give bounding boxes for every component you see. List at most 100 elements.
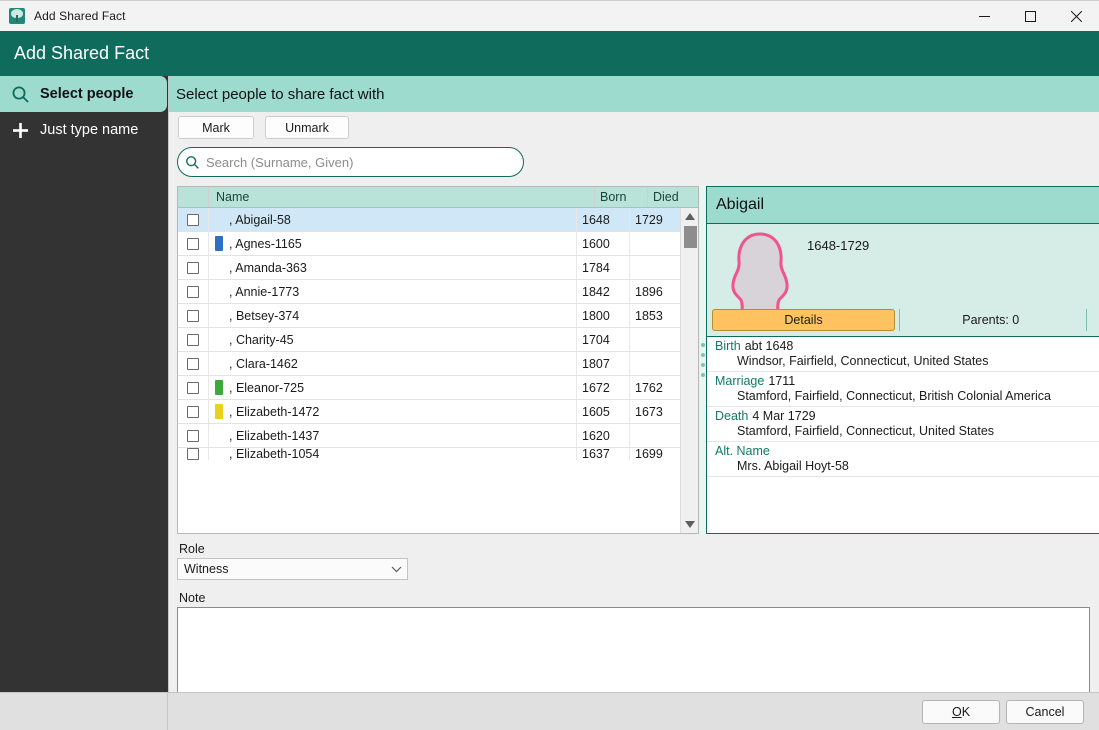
table-row[interactable]: , Eleanor-725 1672 1762 xyxy=(178,376,680,400)
row-checkbox[interactable] xyxy=(187,285,199,298)
note-label: Note xyxy=(179,591,206,605)
sidebar-item-label: Select people xyxy=(40,86,134,102)
close-icon[interactable] xyxy=(1053,1,1099,32)
fact-value: abt 1648 xyxy=(744,339,794,353)
search-icon xyxy=(178,155,206,170)
table-row[interactable]: , Abigail-58 1648 1729 xyxy=(178,208,680,232)
role-selected-value: Witness xyxy=(184,562,229,576)
fact-place: Windsor, Fairfield, Connecticut, United … xyxy=(737,354,989,368)
minimize-icon[interactable] xyxy=(961,1,1007,32)
table-row[interactable]: , Elizabeth-1472 1605 1673 xyxy=(178,400,680,424)
table-row[interactable]: , Elizabeth-1437 1620 xyxy=(178,424,680,448)
fact-row[interactable]: Marriage 1711 Stamford, Fairfield, Connect… xyxy=(707,372,1099,407)
row-checkbox[interactable] xyxy=(187,448,199,460)
column-header-born[interactable]: Born xyxy=(595,187,648,207)
details-button[interactable]: Details xyxy=(712,309,895,331)
row-name-cell: , Abigail-58 xyxy=(209,208,577,231)
row-checkbox-cell[interactable] xyxy=(178,352,209,375)
row-checkbox-cell[interactable] xyxy=(178,304,209,327)
row-checkbox-cell[interactable] xyxy=(178,376,209,399)
row-checkbox[interactable] xyxy=(187,309,199,322)
table-row[interactable]: , Agnes-1165 1600 xyxy=(178,232,680,256)
row-born: 1600 xyxy=(577,232,630,255)
people-list-header: Name Born Died xyxy=(178,187,698,208)
fact-label: Birth xyxy=(715,339,741,353)
row-born: 1807 xyxy=(577,352,630,375)
unmark-button[interactable]: Unmark xyxy=(265,116,349,139)
people-list: Name Born Died , Abigail-58 1648 1729 , Agn… xyxy=(177,186,699,534)
color-swatch xyxy=(215,236,223,251)
cancel-button[interactable]: Cancel xyxy=(1006,700,1084,724)
color-swatch xyxy=(215,284,223,299)
fact-row[interactable]: Birth abt 1648 Windsor, Fairfield, Connect… xyxy=(707,337,1099,372)
color-swatch xyxy=(215,448,223,460)
maximize-icon[interactable] xyxy=(1007,1,1053,32)
table-row[interactable]: , Annie-1773 1842 1896 xyxy=(178,280,680,304)
column-header-died[interactable]: Died xyxy=(648,187,698,207)
row-name-cell: , Agnes-1165 xyxy=(209,232,577,255)
row-checkbox-cell[interactable] xyxy=(178,280,209,303)
fact-row[interactable]: Death 4 Mar 1729 Stamford, Fairfield, Conn… xyxy=(707,407,1099,442)
scroll-up-icon[interactable] xyxy=(681,208,698,225)
people-list-scrollbar[interactable] xyxy=(680,208,698,533)
scrollbar-thumb[interactable] xyxy=(684,226,697,248)
row-checkbox-cell[interactable] xyxy=(178,256,209,279)
ok-mnemonic: O xyxy=(951,705,962,719)
row-checkbox[interactable] xyxy=(187,357,199,370)
row-checkbox-cell[interactable] xyxy=(178,208,209,231)
fact-place: Mrs. Abigail Hoyt-58 xyxy=(737,459,849,473)
detail-person-name: Abigail xyxy=(707,187,1099,224)
row-name: , Agnes-1165 xyxy=(229,236,302,251)
row-checkbox[interactable] xyxy=(187,429,199,442)
fact-place: Stamford, Fairfield, Connecticut, United… xyxy=(737,424,995,438)
column-header-name[interactable]: Name xyxy=(209,187,595,207)
scroll-down-icon[interactable] xyxy=(681,516,698,533)
ok-button[interactable]: OK xyxy=(922,700,1000,724)
search-icon xyxy=(0,85,40,104)
row-name-cell: , Annie-1773 xyxy=(209,280,577,303)
row-died: 1853 xyxy=(635,308,663,323)
select-all-column xyxy=(178,187,209,207)
window-title: Add Shared Fact xyxy=(34,9,126,23)
subheader-title: Select people to share fact with xyxy=(176,85,385,103)
row-born: 1672 xyxy=(577,376,630,399)
people-list-scrollarea: , Abigail-58 1648 1729 , Agnes-1165 1600, Am… xyxy=(178,208,698,533)
role-select[interactable]: Witness xyxy=(177,558,408,580)
sidebar-item-select-people[interactable]: Select people xyxy=(0,76,167,112)
row-checkbox-cell[interactable] xyxy=(178,328,209,351)
search-input[interactable] xyxy=(206,154,506,170)
sidebar-item-label: Just type name xyxy=(40,122,139,138)
row-checkbox[interactable] xyxy=(187,381,199,394)
row-born: 1704 xyxy=(577,328,630,351)
row-checkbox[interactable] xyxy=(187,333,199,346)
row-died: 1762 xyxy=(635,380,663,395)
table-row[interactable]: , Amanda-363 1784 xyxy=(178,256,680,280)
row-checkbox[interactable] xyxy=(187,261,199,274)
row-checkbox-cell[interactable] xyxy=(178,448,209,460)
row-checkbox[interactable] xyxy=(187,405,199,418)
row-name-cell: , Elizabeth-1054 xyxy=(209,448,577,460)
search-box[interactable] xyxy=(177,147,524,177)
row-died xyxy=(630,424,680,447)
mark-button[interactable]: Mark xyxy=(178,116,254,139)
table-row[interactable]: , Clara-1462 1807 xyxy=(178,352,680,376)
row-name: , Betsey-374 xyxy=(229,308,300,323)
table-row[interactable]: , Elizabeth-1054 1637 1699 xyxy=(178,448,680,460)
table-row[interactable]: , Betsey-374 1800 1853 xyxy=(178,304,680,328)
row-checkbox[interactable] xyxy=(187,237,199,250)
row-checkbox-cell[interactable] xyxy=(178,424,209,447)
row-checkbox-cell[interactable] xyxy=(178,400,209,423)
parents-count[interactable]: Parents: 0 xyxy=(900,313,1082,327)
fact-row[interactable]: Alt. Name Mrs. Abigail Hoyt-58 xyxy=(707,442,1099,477)
people-list-body: , Abigail-58 1648 1729 , Agnes-1165 1600, Am… xyxy=(178,208,680,460)
sidebar-item-just-type-name[interactable]: Just type name xyxy=(0,112,168,148)
row-name: , Elizabeth-1054 xyxy=(229,448,320,460)
row-born: 1648 xyxy=(577,208,630,231)
color-swatch xyxy=(215,404,223,419)
fact-headline: Marriage 1711 xyxy=(715,374,1099,388)
row-checkbox[interactable] xyxy=(187,213,199,226)
spouses-count[interactable]: Spouses: 1 xyxy=(1087,313,1099,327)
table-row[interactable]: , Charity-45 1704 xyxy=(178,328,680,352)
row-checkbox-cell[interactable] xyxy=(178,232,209,255)
row-name: , Charity-45 xyxy=(229,332,294,347)
